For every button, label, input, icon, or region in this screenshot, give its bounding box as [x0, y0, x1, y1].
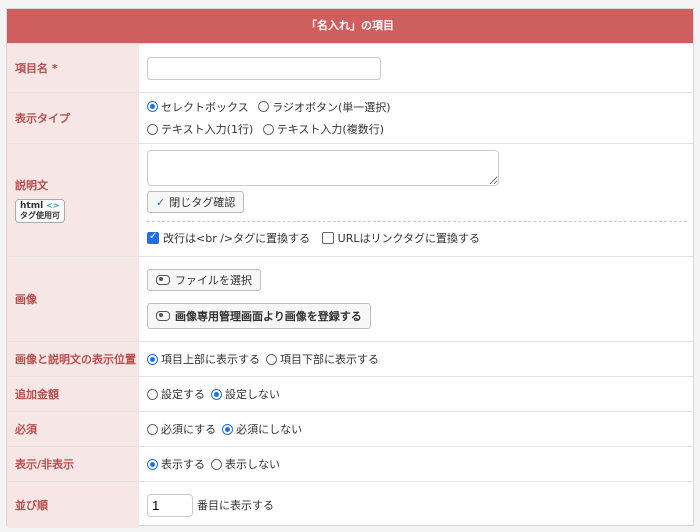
order-suffix: 番目に表示する [197, 499, 274, 512]
row-extra-price: 追加金額 設定する 設定しない [7, 376, 693, 411]
check-icon: ✓ [156, 195, 166, 209]
order-input[interactable] [147, 493, 193, 517]
label-visibility: 表示/非表示 [7, 447, 139, 481]
radio-required-no[interactable]: 必須にしない [222, 421, 302, 437]
radio-hidden[interactable]: 表示しない [211, 456, 280, 472]
radio-dot-icon [147, 388, 158, 400]
image-icon [156, 311, 170, 321]
radio-visible[interactable]: 表示する [147, 456, 205, 472]
close-tag-check-button[interactable]: ✓ 閉じタグ確認 [147, 191, 245, 213]
checkbox-br-replace[interactable]: 改行は<br />タグに置換する [147, 230, 310, 246]
radio-dot-icon [211, 458, 222, 470]
radio-dot-icon [147, 101, 158, 112]
panel-title: 「名入れ」の項目 [7, 9, 693, 43]
radio-dot-icon [147, 458, 158, 470]
label-description: 説明文 html <> タグ使用可 [7, 144, 139, 256]
label-item-name: 項目名 * [7, 44, 139, 92]
file-icon [156, 275, 170, 285]
radio-dot-icon [147, 423, 158, 435]
label-image: 画像 [7, 257, 139, 341]
item-name-input[interactable] [147, 56, 381, 80]
radio-selectbox[interactable]: セレクトボックス [147, 99, 249, 115]
item-settings-panel: 「名入れ」の項目 項目名 * 表示タイプ セレクトボックス ラジオボタン(単一選… [6, 8, 694, 528]
radio-position-top[interactable]: 項目上部に表示する [147, 351, 260, 367]
radio-radiobutton[interactable]: ラジオボタン(単一選択) [258, 99, 391, 115]
register-image-button[interactable]: 画像専用管理画面より画像を登録する [147, 303, 371, 329]
row-display-type: 表示タイプ セレクトボックス ラジオボタン(単一選択) テキスト入力(1行) テ… [7, 92, 693, 143]
label-order: 並び順 [7, 482, 139, 528]
checkbox-url-replace[interactable]: URLはリンクタグに置換する [321, 230, 480, 246]
row-description: 説明文 html <> タグ使用可 ✓ 閉じタグ確認 改行は<br />タグに置… [7, 143, 693, 256]
radio-dot-icon [262, 123, 274, 135]
radio-dot-icon [258, 101, 270, 112]
radio-dot-icon [266, 353, 277, 365]
description-label: 説明文 [15, 178, 48, 192]
html-tag-badge: html <> タグ使用可 [15, 198, 65, 224]
radio-dot-icon [147, 123, 158, 135]
radio-dot-icon [222, 423, 234, 435]
row-image: 画像 ファイルを選択 画像専用管理画面より画像を登録する [7, 256, 693, 341]
row-required: 必須 必須にする 必須にしない [7, 411, 693, 446]
row-order: 並び順 番目に表示する [7, 481, 693, 528]
divider [147, 221, 687, 222]
checkbox-icon [321, 232, 334, 244]
description-textarea[interactable] [147, 150, 499, 186]
radio-price-none[interactable]: 設定しない [211, 386, 280, 402]
radio-dot-icon [147, 353, 158, 365]
row-visibility: 表示/非表示 表示する 表示しない [7, 446, 693, 481]
label-required: 必須 [7, 412, 139, 446]
radio-required-yes[interactable]: 必須にする [147, 421, 216, 437]
radio-text-single[interactable]: テキスト入力(1行) [147, 121, 253, 137]
label-extra-price: 追加金額 [7, 377, 139, 411]
required-mark: * [52, 61, 58, 75]
label-image-position: 画像と説明文の表示位置 [7, 342, 139, 376]
radio-position-bottom[interactable]: 項目下部に表示する [266, 351, 379, 367]
label-display-type: 表示タイプ [7, 93, 139, 143]
row-image-position: 画像と説明文の表示位置 項目上部に表示する 項目下部に表示する [7, 341, 693, 376]
radio-text-multi[interactable]: テキスト入力(複数行) [262, 121, 384, 137]
radio-dot-icon [211, 388, 222, 400]
radio-price-set[interactable]: 設定する [147, 386, 205, 402]
checkbox-icon [147, 231, 159, 244]
item-name-label: 項目名 [15, 62, 48, 75]
file-select-button[interactable]: ファイルを選択 [147, 269, 261, 291]
row-item-name: 項目名 * [7, 43, 693, 92]
